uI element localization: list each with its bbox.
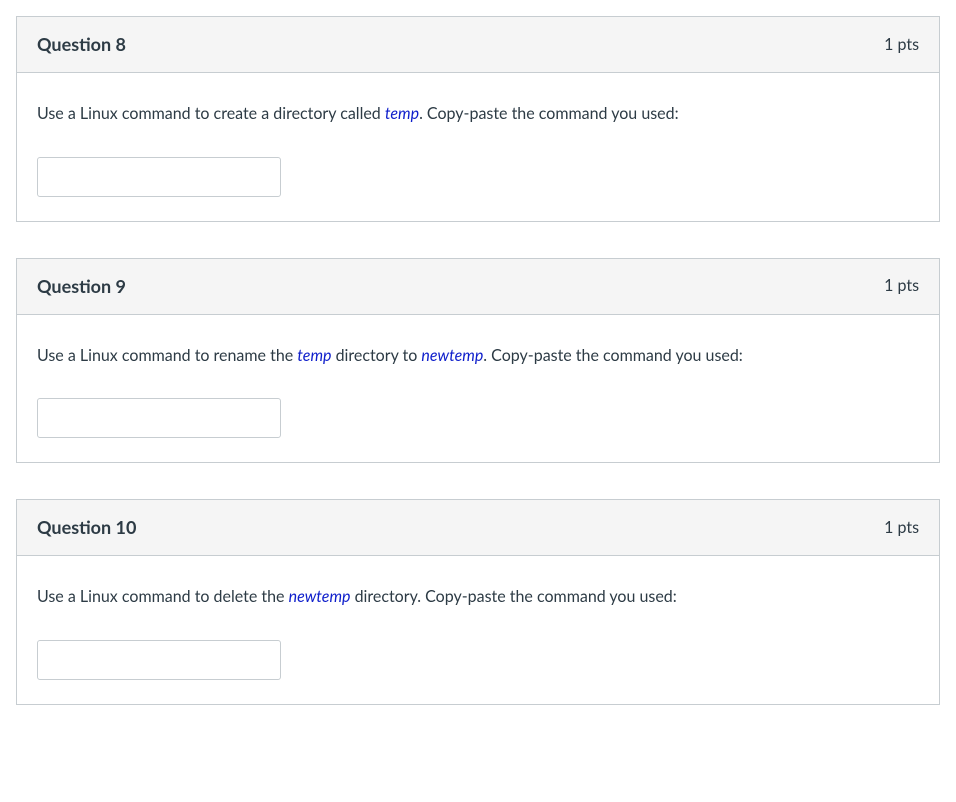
question-body: Use a Linux command to create a director… bbox=[17, 73, 939, 221]
answer-input[interactable] bbox=[37, 398, 281, 438]
italic-term: temp bbox=[297, 346, 331, 365]
question-card: Question 10 1 pts Use a Linux command to d… bbox=[16, 499, 940, 705]
italic-term: temp bbox=[385, 104, 419, 123]
prompt-text: directory. Copy-paste the command you us… bbox=[351, 587, 677, 606]
prompt-text: Use a Linux command to create a director… bbox=[37, 104, 385, 123]
question-title: Question 10 bbox=[37, 514, 136, 541]
prompt-text: Use a Linux command to delete the bbox=[37, 587, 289, 606]
italic-term: newtemp bbox=[421, 346, 483, 365]
prompt-text: directory to bbox=[332, 346, 422, 365]
question-header: Question 8 1 pts bbox=[17, 17, 939, 73]
question-prompt: Use a Linux command to create a director… bbox=[37, 101, 919, 127]
question-prompt: Use a Linux command to rename the temp d… bbox=[37, 343, 919, 369]
question-points: 1 pts bbox=[884, 274, 919, 298]
answer-input[interactable] bbox=[37, 640, 281, 680]
prompt-text: . Copy-paste the command you used: bbox=[419, 104, 679, 123]
italic-term: newtemp bbox=[289, 587, 351, 606]
question-body: Use a Linux command to rename the temp d… bbox=[17, 315, 939, 463]
question-points: 1 pts bbox=[884, 33, 919, 57]
question-card: Question 9 1 pts Use a Linux command to re… bbox=[16, 258, 940, 464]
question-header: Question 9 1 pts bbox=[17, 259, 939, 315]
prompt-text: . Copy-paste the command you used: bbox=[483, 346, 743, 365]
question-body: Use a Linux command to delete the newtem… bbox=[17, 556, 939, 704]
question-header: Question 10 1 pts bbox=[17, 500, 939, 556]
question-title: Question 8 bbox=[37, 31, 126, 58]
answer-input[interactable] bbox=[37, 157, 281, 197]
question-card: Question 8 1 pts Use a Linux command to cr… bbox=[16, 16, 940, 222]
prompt-text: Use a Linux command to rename the bbox=[37, 346, 297, 365]
question-points: 1 pts bbox=[884, 516, 919, 540]
question-prompt: Use a Linux command to delete the newtem… bbox=[37, 584, 919, 610]
question-title: Question 9 bbox=[37, 273, 126, 300]
